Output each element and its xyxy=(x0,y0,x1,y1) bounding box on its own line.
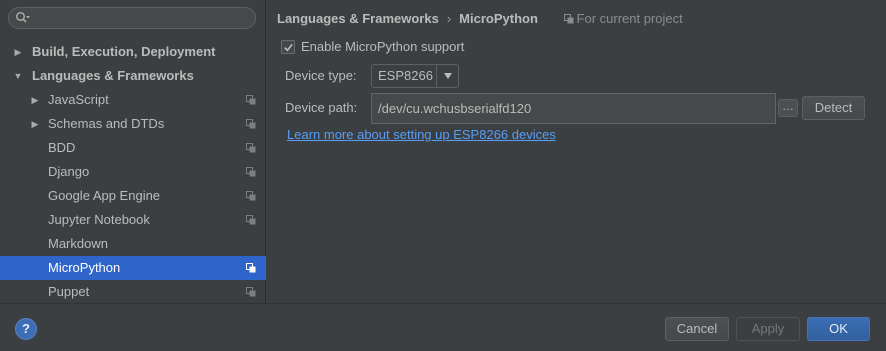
sidebar-item-google-app-engine[interactable]: Google App Engine xyxy=(0,184,266,208)
copy-icon xyxy=(246,215,256,225)
sidebar-item-label: Markdown xyxy=(48,236,108,251)
apply-button[interactable]: Apply xyxy=(736,317,800,341)
device-type-select[interactable]: ESP8266 xyxy=(371,64,459,88)
sidebar-item-label: Languages & Frameworks xyxy=(32,68,194,83)
breadcrumb-current: MicroPython xyxy=(459,11,538,26)
copy-icon xyxy=(246,167,256,177)
chevron-right-icon[interactable]: ▶ xyxy=(30,88,40,112)
sidebar-item-label: Puppet xyxy=(48,284,90,299)
sidebar-item-label: Jupyter Notebook xyxy=(48,212,150,227)
chevron-right-icon[interactable]: ▶ xyxy=(13,40,23,64)
device-path-label: Device path: xyxy=(285,100,358,115)
help-icon[interactable]: ? xyxy=(15,318,37,340)
sidebar-item-micropython[interactable]: MicroPython xyxy=(0,256,266,280)
device-path-value: /dev/cu.wchusbserialfd120 xyxy=(378,101,532,116)
project-scope-label: For current project xyxy=(563,10,683,28)
settings-sidebar: ▶ Build, Execution, Deployment ▼ Languages … xyxy=(0,0,266,303)
chevron-right-icon[interactable]: ▶ xyxy=(30,112,40,136)
chevron-down-icon[interactable]: ▼ xyxy=(13,64,23,88)
ok-button[interactable]: OK xyxy=(807,317,870,341)
dialog-footer: ? Cancel Apply OK xyxy=(0,303,886,351)
copy-icon xyxy=(246,263,256,273)
device-path-input[interactable]: /dev/cu.wchusbserialfd120 xyxy=(371,93,776,124)
enable-micropython-row[interactable]: Enable MicroPython support xyxy=(281,38,501,56)
sidebar-item-markdown[interactable]: Markdown xyxy=(0,232,266,256)
sidebar-item-label: MicroPython xyxy=(48,260,121,275)
sidebar-item-bdd[interactable]: BDD xyxy=(0,136,266,160)
sidebar-item-build-execution-deployment[interactable]: ▶ Build, Execution, Deployment xyxy=(0,40,266,64)
sidebar-item-puppet[interactable]: Puppet xyxy=(0,280,266,304)
device-type-value: ESP8266 xyxy=(378,68,433,83)
copy-icon xyxy=(563,14,574,24)
checkmark-icon xyxy=(284,43,293,52)
scope-text: For current project xyxy=(576,11,683,26)
copy-icon xyxy=(246,95,256,105)
device-type-label: Device type: xyxy=(285,68,357,83)
sidebar-item-jupyter-notebook[interactable]: Jupyter Notebook xyxy=(0,208,266,232)
cancel-button[interactable]: Cancel xyxy=(665,317,729,341)
copy-icon xyxy=(246,191,256,201)
sidebar-item-languages-frameworks[interactable]: ▼ Languages & Frameworks xyxy=(0,64,266,88)
enable-micropython-checkbox[interactable] xyxy=(281,40,295,54)
sidebar-item-label: JavaScript xyxy=(48,92,109,107)
select-divider xyxy=(436,65,437,87)
copy-icon xyxy=(246,119,256,129)
breadcrumb-parent[interactable]: Languages & Frameworks xyxy=(277,11,439,26)
search-icon xyxy=(15,11,30,23)
learn-more-link[interactable]: Learn more about setting up ESP8266 devi… xyxy=(287,126,556,144)
copy-icon xyxy=(246,143,256,153)
sidebar-item-javascript[interactable]: ▶ JavaScript xyxy=(0,88,266,112)
search-field[interactable] xyxy=(8,7,256,29)
detect-button[interactable]: Detect xyxy=(802,96,865,120)
sidebar-item-label: Django xyxy=(48,164,90,179)
copy-icon xyxy=(246,287,256,297)
enable-micropython-label: Enable MicroPython support xyxy=(301,39,465,54)
sidebar-item-label: Schemas and DTDs xyxy=(48,116,165,131)
settings-panel: Languages & Frameworks › MicroPython For c… xyxy=(267,0,886,303)
breadcrumb: Languages & Frameworks › MicroPython For c… xyxy=(277,10,683,28)
settings-tree: ▶ Build, Execution, Deployment ▼ Languages … xyxy=(0,40,266,304)
browse-button[interactable]: … xyxy=(778,99,798,117)
sidebar-item-label: Build, Execution, Deployment xyxy=(32,44,216,59)
sidebar-item-schemas-and-dtds[interactable]: ▶ Schemas and DTDs xyxy=(0,112,266,136)
sidebar-item-label: Google App Engine xyxy=(48,188,161,203)
breadcrumb-separator: › xyxy=(446,11,452,26)
sidebar-item-django[interactable]: Django xyxy=(0,160,266,184)
sidebar-item-label: BDD xyxy=(48,140,76,155)
triangle-down-icon xyxy=(444,73,452,79)
